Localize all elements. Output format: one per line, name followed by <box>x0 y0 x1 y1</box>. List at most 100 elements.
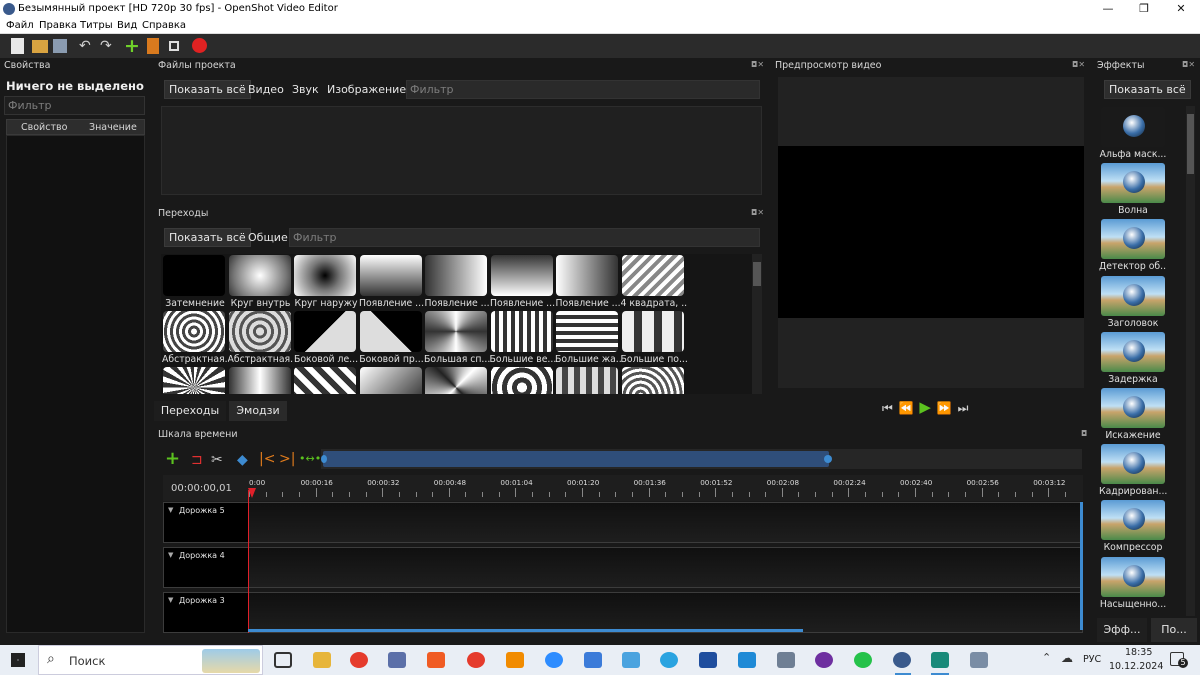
fullscreen-icon[interactable] <box>169 41 179 51</box>
transition-item[interactable]: Абстрактная... <box>228 311 294 367</box>
effects-bottom-tab[interactable]: Эфф... <box>1097 618 1147 642</box>
track-toggle-icon[interactable]: ▼ <box>168 506 173 514</box>
emoji-effects-bottom-tab[interactable]: По... <box>1151 618 1197 642</box>
transitions-tab-show-all[interactable]: Показать всё <box>164 228 251 247</box>
rewind-icon[interactable]: ⏪ <box>899 401 914 415</box>
vlc-icon[interactable] <box>506 652 524 668</box>
transition-item[interactable] <box>162 367 226 394</box>
track-header[interactable]: Дорожка 3 ▼ <box>164 593 249 632</box>
transition-item[interactable] <box>359 367 423 394</box>
add-marker-icon[interactable]: ◆ <box>237 452 248 468</box>
track-4[interactable]: Дорожка 4 ▼ <box>163 547 1083 588</box>
snowflake-icon[interactable] <box>622 652 640 668</box>
menu-help[interactable]: Справка <box>142 20 186 31</box>
powershell-icon[interactable] <box>699 652 717 668</box>
dock-float-close-icon[interactable]: ◘✕ <box>1182 60 1195 69</box>
undo-icon[interactable]: ↶ <box>79 38 95 54</box>
menu-file[interactable]: Файл <box>6 20 34 31</box>
fast-forward-icon[interactable]: ⏩ <box>937 401 952 415</box>
effects-show-all-button[interactable]: Показать всё <box>1104 80 1191 99</box>
transition-item[interactable]: Абстрактная... <box>162 311 228 367</box>
transition-item[interactable]: 4 квадрата, ... <box>621 255 687 311</box>
vscode-icon[interactable] <box>738 652 756 668</box>
transition-item[interactable]: Появление ... <box>555 255 621 311</box>
column-value[interactable]: Значение <box>89 122 137 133</box>
effect-item[interactable]: Компрессор <box>1101 500 1165 556</box>
track-lane[interactable] <box>249 548 1082 587</box>
zoom-slider[interactable] <box>321 449 1082 469</box>
properties-filter-input[interactable]: Фильтр <box>4 96 145 115</box>
jump-start-icon[interactable]: ⏮ <box>882 401 893 415</box>
transition-item[interactable]: Круг внутрь <box>228 255 292 311</box>
yandex-browser-icon[interactable] <box>467 652 485 668</box>
transition-item[interactable] <box>555 367 619 394</box>
properties-table[interactable] <box>6 135 145 633</box>
transition-item[interactable]: Появление ... <box>490 255 555 311</box>
files-tab-image[interactable]: Изображение <box>327 83 406 96</box>
track-5[interactable]: Дорожка 5 ▼ <box>163 502 1083 543</box>
transition-item[interactable]: Боковой ле... <box>293 311 358 367</box>
menu-view[interactable]: Вид <box>117 20 137 31</box>
track-lane[interactable] <box>249 593 1082 632</box>
add-track-icon[interactable]: + <box>165 450 180 468</box>
cloud-icon[interactable]: ☁ <box>1061 651 1073 665</box>
redo-icon[interactable]: ↷ <box>100 38 116 54</box>
playhead-marker-icon[interactable] <box>248 488 256 498</box>
effect-item[interactable]: Волна <box>1101 163 1165 219</box>
transitions-filter-input[interactable]: Фильтр <box>289 228 760 247</box>
effect-item[interactable]: Кадрирован... <box>1099 444 1167 500</box>
record-icon[interactable] <box>192 38 207 53</box>
whatsapp-icon[interactable] <box>854 652 872 668</box>
transitions-tab-common[interactable]: Общие <box>248 231 288 244</box>
transition-item[interactable]: Большие жа... <box>555 311 621 367</box>
files-tab-audio[interactable]: Звук <box>292 83 319 96</box>
taskbar-search-box[interactable]: ⌕ Поиск <box>38 645 263 675</box>
language-indicator[interactable]: РУС <box>1083 654 1101 665</box>
track-lane[interactable] <box>249 503 1082 542</box>
telegram-icon[interactable] <box>660 652 678 668</box>
yandex-icon[interactable] <box>350 652 368 668</box>
transition-item[interactable]: Большие ве... <box>490 311 556 367</box>
effect-item[interactable]: Задержка <box>1101 331 1165 388</box>
video-app-icon[interactable] <box>931 652 949 668</box>
dock-float-close-icon[interactable]: ◘✕ <box>751 208 764 217</box>
jump-end-icon[interactable]: ⏭ <box>958 401 969 415</box>
file-explorer-icon[interactable] <box>313 652 331 668</box>
track-toggle-icon[interactable]: ▼ <box>168 596 173 604</box>
dock-float-close-icon[interactable]: ◘✕ <box>1072 60 1085 69</box>
track-3[interactable]: Дорожка 3 ▼ <box>163 592 1083 633</box>
files-tab-video[interactable]: Видео <box>248 83 284 96</box>
app-icon[interactable] <box>388 652 406 668</box>
timeline-vertical-scroll[interactable] <box>1080 502 1083 630</box>
open-project-icon[interactable] <box>32 40 48 53</box>
transition-item[interactable]: Затемнение <box>162 255 226 311</box>
center-timeline-icon[interactable]: •↔• <box>299 451 321 467</box>
maximize-button[interactable]: ❐ <box>1126 1 1162 17</box>
new-project-icon[interactable] <box>11 38 24 54</box>
project-files-list[interactable] <box>161 106 762 195</box>
import-files-icon[interactable]: + <box>124 37 140 56</box>
effect-item[interactable]: Насыщенно... <box>1100 556 1166 613</box>
transition-item[interactable] <box>490 367 554 394</box>
menu-titles[interactable]: Титры <box>80 20 113 31</box>
calculator-icon[interactable] <box>777 652 795 668</box>
preview-viewport[interactable] <box>778 77 1084 388</box>
save-project-icon[interactable] <box>53 39 67 53</box>
openshot-taskbar-icon[interactable] <box>893 652 911 668</box>
zoom-icon[interactable] <box>545 652 563 668</box>
transition-item[interactable]: Круг наружу <box>293 255 357 311</box>
track-header[interactable]: Дорожка 4 ▼ <box>164 548 249 587</box>
transition-item[interactable] <box>228 367 292 394</box>
transition-item[interactable]: Большие по... <box>621 311 687 367</box>
transition-item[interactable]: Появление ... <box>424 255 490 311</box>
next-marker-icon[interactable]: >| <box>279 451 295 467</box>
profile-icon[interactable] <box>147 38 159 54</box>
windows-start-icon[interactable] <box>11 653 25 667</box>
transition-item[interactable]: Боковой пр... <box>359 311 424 367</box>
effects-scrollbar[interactable] <box>1186 106 1195 616</box>
dock-float-close-icon[interactable]: ◘✕ <box>751 60 764 69</box>
column-property[interactable]: Свойство <box>21 122 67 133</box>
minimize-button[interactable]: — <box>1090 1 1126 17</box>
play-icon[interactable]: ▶ <box>919 398 931 416</box>
document-icon[interactable] <box>584 652 602 668</box>
